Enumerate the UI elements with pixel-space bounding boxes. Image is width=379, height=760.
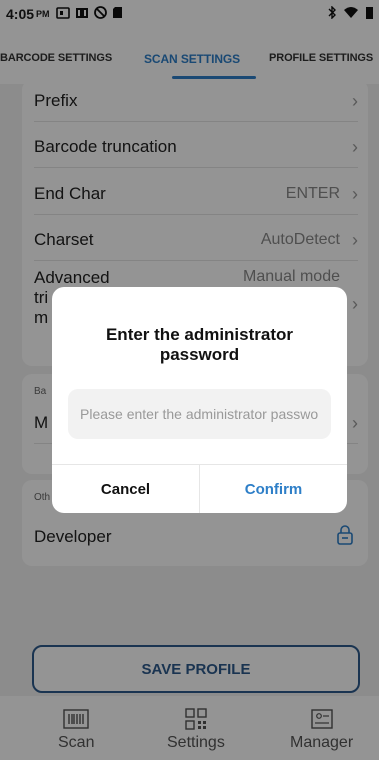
dialog-title: Enter the administrator password [105,325,294,364]
admin-password-dialog: Enter the administrator password Cancel … [52,287,347,513]
confirm-button[interactable]: Confirm [200,465,347,513]
cancel-button[interactable]: Cancel [52,465,199,513]
admin-password-input[interactable] [68,389,331,439]
